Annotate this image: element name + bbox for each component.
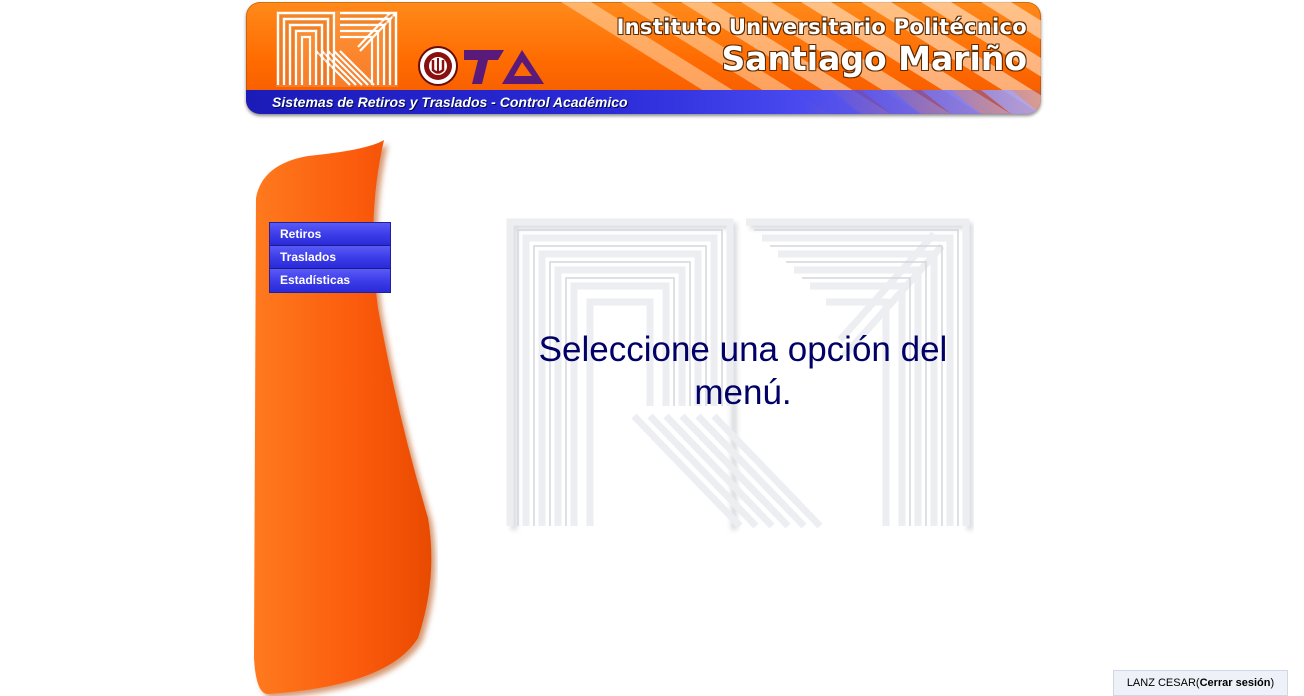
menu-item-traslados[interactable]: Traslados <box>270 246 390 269</box>
session-user: LANZ CESAR <box>1126 677 1196 689</box>
system-subtitle: Sistemas de Retiros y Traslados - Contro… <box>272 94 628 110</box>
main-menu: Retiros Traslados Estadísticas <box>269 222 391 293</box>
institution-title-line2: Santiago Mariño <box>721 39 1027 78</box>
menu-item-estadisticas[interactable]: Estadísticas <box>270 269 390 292</box>
header-banner: Instituto Universitario Politécnico Sant… <box>246 2 1041 114</box>
university-seal-icon <box>418 46 458 86</box>
menu-item-retiros[interactable]: Retiros <box>270 223 390 246</box>
logout-link[interactable]: Cerrar sesión <box>1200 677 1271 689</box>
session-close-paren: ) <box>1270 677 1275 689</box>
institution-title: Instituto Universitario Politécnico Sant… <box>617 14 1027 78</box>
institution-title-line1: Instituto Universitario Politécnico <box>616 15 1027 39</box>
iupsm-logo-icon <box>276 11 398 87</box>
ota-logo-icon <box>464 50 544 84</box>
main-message: Seleccione una opción del menú. <box>538 330 948 412</box>
session-box: LANZ CESAR (Cerrar sesión) <box>1113 670 1288 696</box>
page: Instituto Universitario Politécnico Sant… <box>0 0 1304 696</box>
